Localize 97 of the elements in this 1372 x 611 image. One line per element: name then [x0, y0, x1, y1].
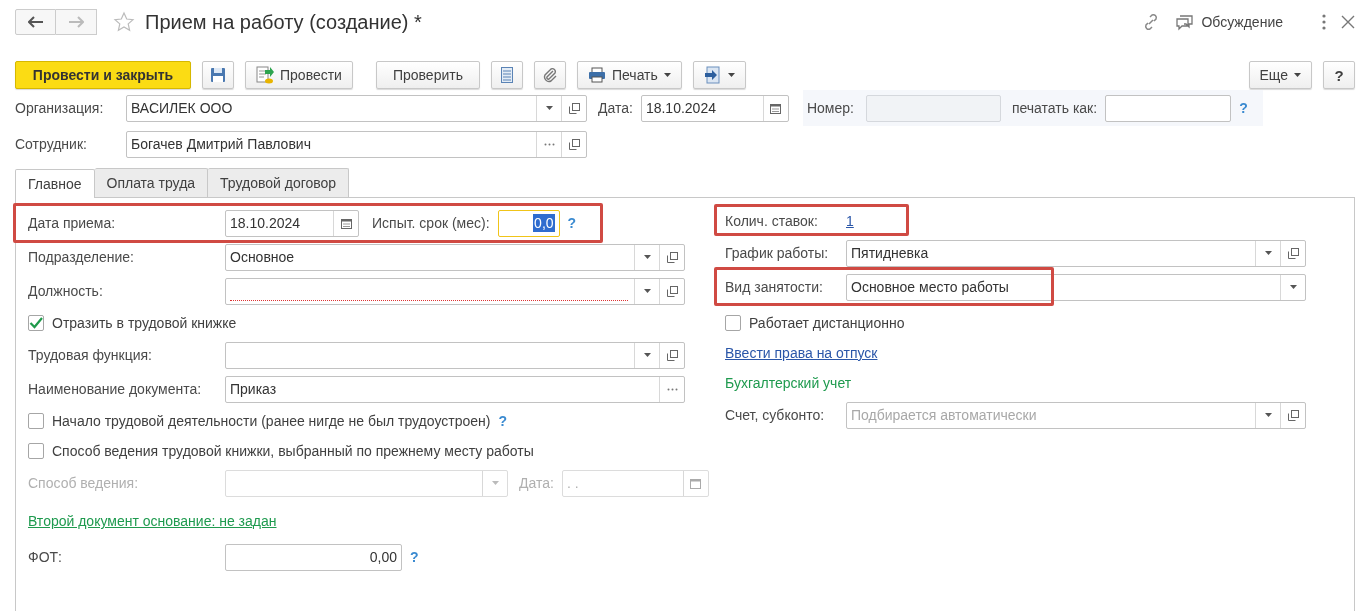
chat-icon [1175, 13, 1196, 31]
print-button[interactable]: Печать [576, 61, 682, 89]
open-window-icon [1287, 247, 1299, 259]
field-label: Дата: [598, 100, 633, 116]
help-link[interactable]: ? [1239, 100, 1248, 116]
back-button[interactable] [15, 9, 56, 35]
field-label: Способ ведения: [28, 475, 140, 491]
help-link[interactable]: ? [567, 215, 577, 231]
more-button[interactable]: Еще [1248, 61, 1312, 89]
calendar-icon [340, 217, 352, 229]
select-field[interactable]: Богачев Дмитрий Павлович [126, 130, 587, 158]
field-label: Испыт. срок (мес): [372, 215, 490, 231]
list-button[interactable] [490, 61, 523, 89]
field-label: Сотрудник: [15, 136, 88, 152]
checkbox[interactable] [28, 443, 44, 459]
field-label: Счет, субконто: [725, 407, 826, 423]
select-field[interactable] [225, 277, 685, 305]
tab[interactable]: Главное [15, 169, 95, 198]
caret-icon [643, 289, 651, 293]
open-window-icon [666, 349, 678, 361]
date-field: . . [561, 469, 709, 497]
checkbox-label: Начало трудовой деятельности (ранее нигде не был трудоустроен) [52, 413, 491, 429]
date-field[interactable]: 18.10.2024 [640, 94, 789, 122]
field-label: Наименование документа: [28, 381, 203, 397]
left-arrow-icon [27, 16, 44, 28]
checkbox-label: Работает дистанционно [749, 315, 905, 331]
open-window-icon [666, 251, 678, 263]
select-field[interactable]: Приказ [225, 375, 685, 403]
help-link[interactable]: ? [498, 413, 507, 429]
checkbox[interactable] [725, 315, 741, 331]
save-button[interactable] [202, 61, 234, 89]
link[interactable]: Второй документ основание: не задан [28, 513, 277, 529]
check-button[interactable]: Проверить [375, 61, 480, 89]
more-vertical-icon[interactable] [1321, 13, 1327, 31]
printer-icon [587, 67, 606, 83]
post-and-close-button[interactable]: Провести и закрыть [15, 61, 191, 89]
select-field[interactable]: Пятидневка [846, 239, 1306, 267]
select-field[interactable]: ВАСИЛЕК ООО [126, 94, 587, 122]
field-label: График работы: [725, 245, 830, 261]
caret-icon [491, 481, 499, 485]
field-label: Трудовая функция: [28, 347, 153, 363]
caret-icon [1264, 251, 1272, 255]
checkbox-label: Способ ведения трудовой книжки, выбранный по прежнему месту работы [52, 443, 534, 459]
help-link[interactable]: ? [410, 549, 419, 565]
link[interactable]: 1 [846, 213, 854, 229]
document-arrow-icon [256, 66, 274, 84]
close-icon[interactable] [1341, 15, 1355, 29]
select-field[interactable] [225, 341, 685, 369]
field-label: Подразделение: [28, 249, 135, 265]
paperclip-icon [541, 67, 558, 83]
section-title: Бухгалтерский учет [725, 375, 852, 391]
checkbox[interactable] [28, 413, 44, 429]
caret-icon [545, 106, 553, 110]
caret-icon [727, 73, 735, 77]
checkbox-label: Отразить в трудовой книжке [52, 315, 237, 331]
send-button[interactable] [692, 61, 746, 89]
link[interactable]: Ввести права на отпуск [725, 345, 878, 361]
open-window-icon [1287, 409, 1299, 421]
date-field[interactable]: 18.10.2024 [225, 209, 359, 237]
calendar-icon [770, 102, 782, 114]
field-label: Колич. ставок: [725, 213, 819, 229]
field-label: печатать как: [1011, 100, 1098, 116]
field-label: Организация: [15, 100, 105, 116]
caret-icon [1264, 413, 1272, 417]
field-label: Дата: [519, 475, 554, 491]
field-label: Вид занятости: [725, 279, 824, 295]
open-window-icon [666, 285, 678, 297]
tab[interactable]: Оплата труда [94, 168, 209, 197]
help-button[interactable]: ? [1323, 61, 1355, 89]
star-icon[interactable] [113, 11, 135, 33]
attach-button[interactable] [533, 61, 566, 89]
right-arrow-icon [68, 16, 84, 28]
number-field[interactable]: 0,00 [225, 543, 402, 571]
field-label: Номер: [806, 100, 854, 116]
field-label: Должность: [28, 283, 104, 299]
caret-icon [1294, 73, 1301, 77]
list-icon [500, 67, 513, 83]
post-button[interactable]: Провести [245, 61, 353, 89]
input-field[interactable] [1105, 94, 1232, 122]
ellipsis-icon [543, 142, 555, 146]
discussion-button[interactable]: Обсуждение [1175, 13, 1283, 31]
calendar-icon [690, 477, 702, 489]
ellipsis-icon [666, 387, 678, 391]
window-title: Прием на работу (создание) * [145, 10, 422, 34]
select-field[interactable]: Основное [225, 243, 685, 271]
caret-icon [663, 73, 671, 77]
open-window-icon [568, 102, 580, 114]
open-window-icon [568, 138, 580, 150]
caret-icon [643, 353, 651, 357]
field-label: Дата приема: [28, 215, 117, 231]
caret-icon [1289, 285, 1297, 289]
tab[interactable]: Трудовой договор [208, 168, 350, 197]
input-field[interactable]: 0,0 [497, 209, 560, 237]
checkbox[interactable] [28, 315, 44, 331]
field-label: ФОТ: [28, 549, 63, 565]
select-field[interactable]: Основное место работы [846, 273, 1306, 301]
caret-icon [643, 255, 651, 259]
